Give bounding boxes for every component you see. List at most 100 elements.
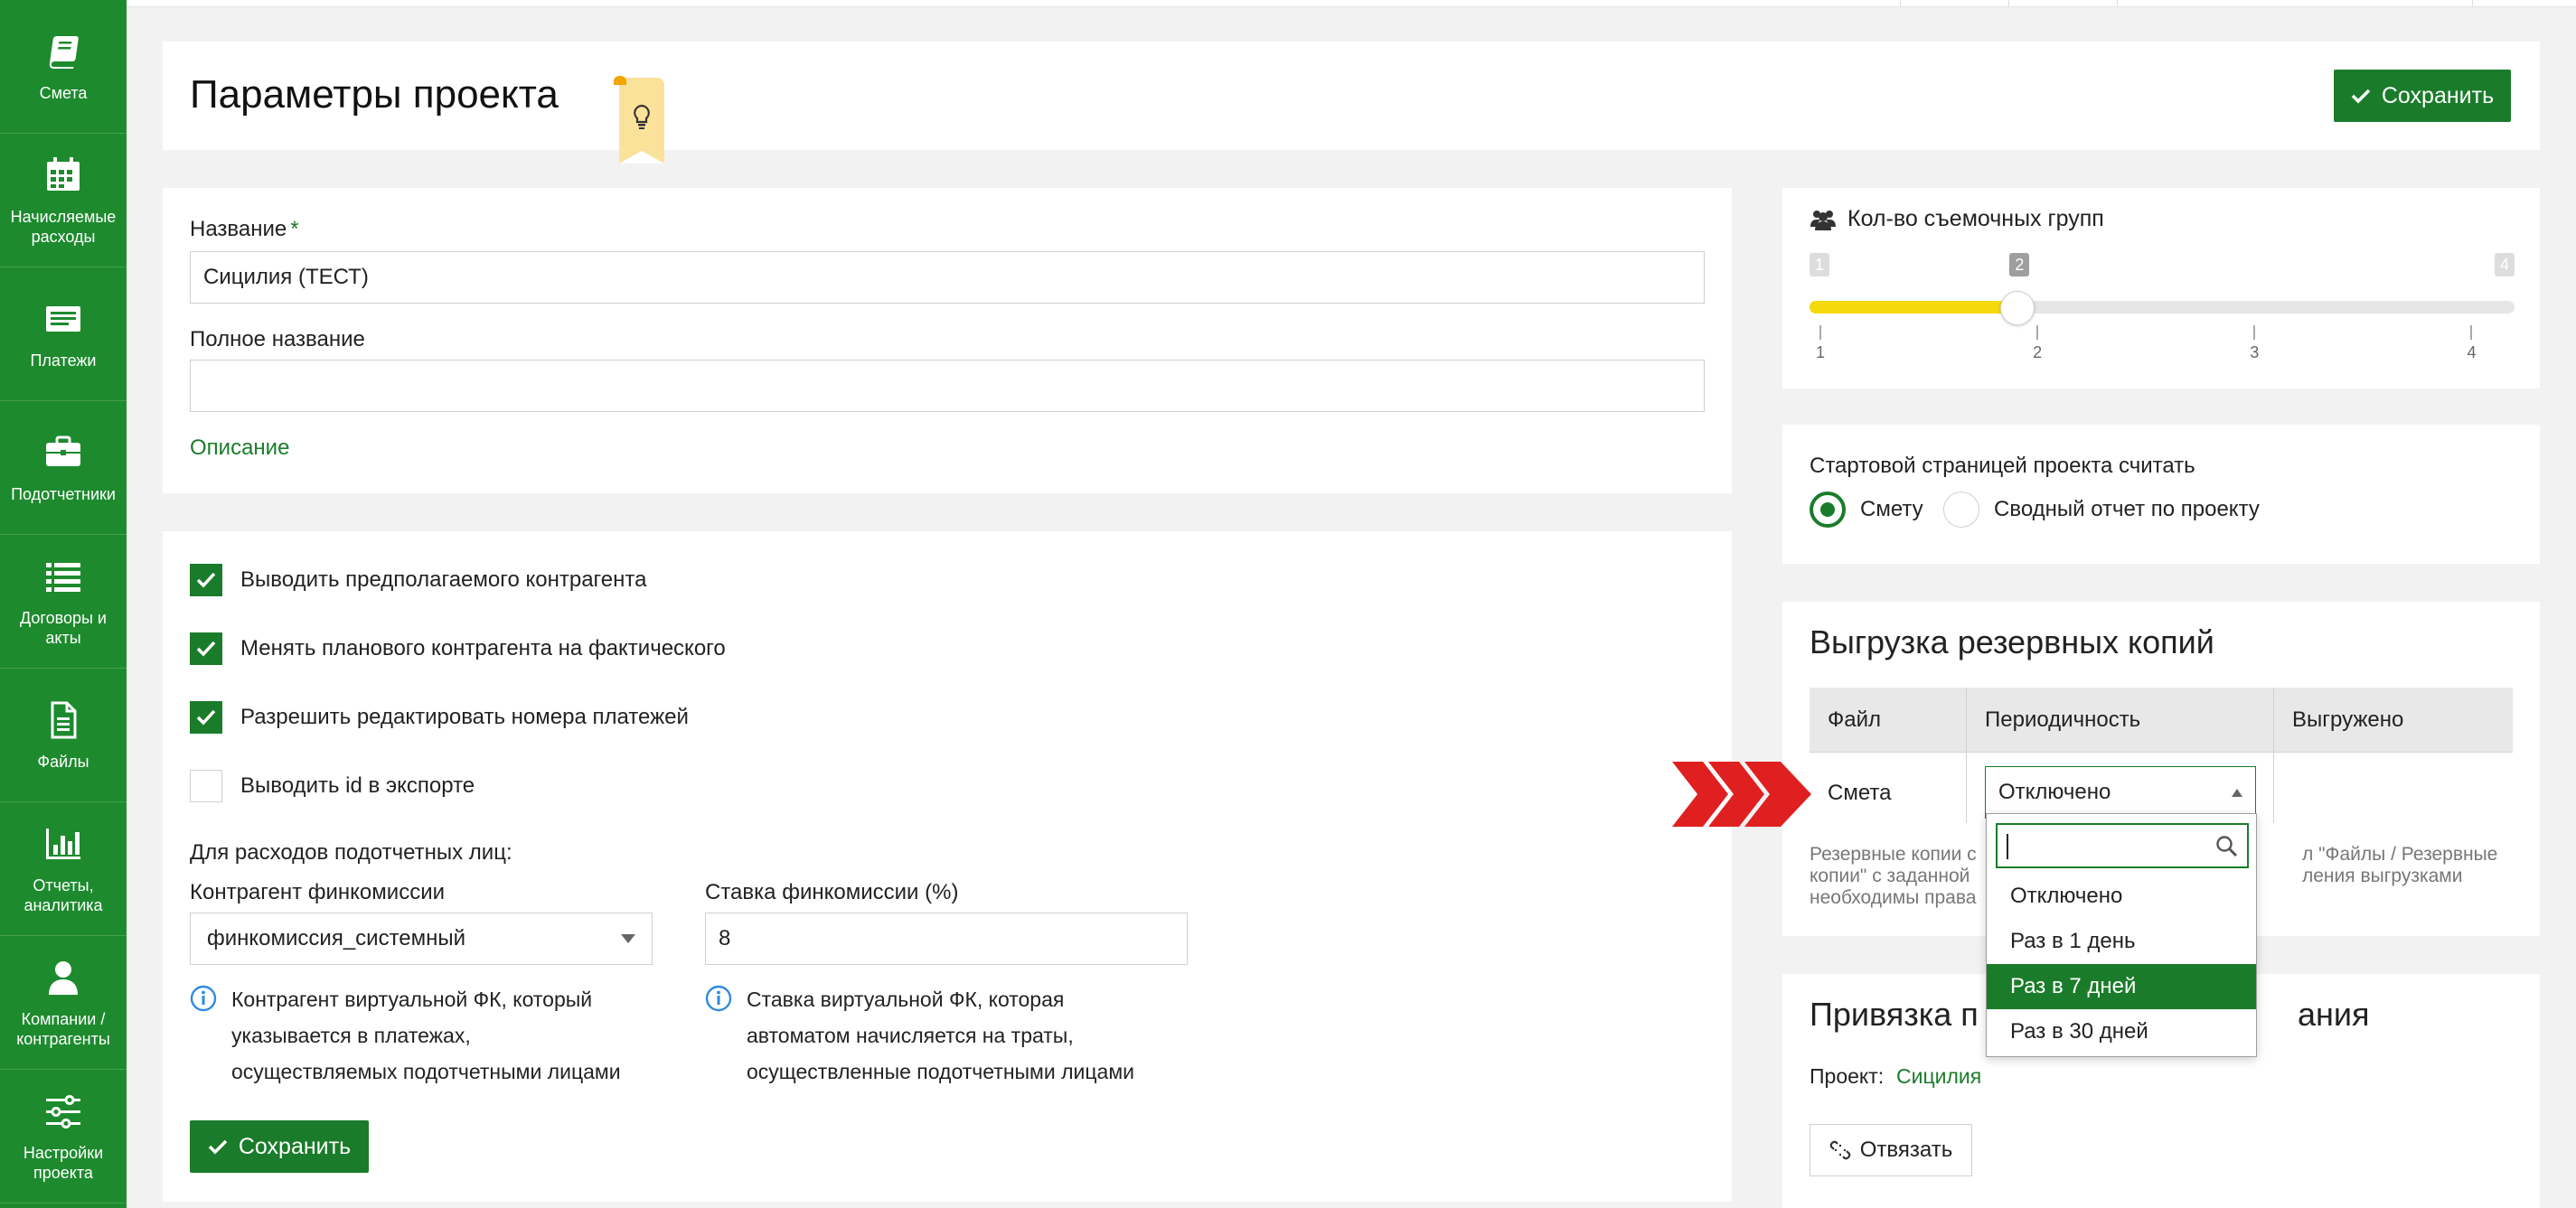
info-line: указывается в платежах, bbox=[231, 1024, 471, 1047]
checkbox-checked[interactable] bbox=[190, 564, 222, 596]
search-icon bbox=[2216, 836, 2238, 857]
column-header-periodicity: Периодичность bbox=[1985, 707, 2141, 732]
scale-tick bbox=[1819, 325, 1821, 340]
tips-bookmark[interactable] bbox=[614, 76, 664, 164]
top-bar-divider bbox=[2117, 0, 2118, 7]
header-save-button[interactable]: Сохранить bbox=[2334, 70, 2511, 122]
start-page-title: Стартовой страницей проекта считать bbox=[1810, 454, 2195, 478]
check-icon bbox=[2351, 89, 2371, 104]
radio-summary-report[interactable]: Сводный отчет по проекту bbox=[1943, 492, 2260, 528]
full-name-label: Полное название bbox=[190, 327, 365, 351]
description-link[interactable]: Описание bbox=[190, 435, 289, 461]
sidebar-item-payments[interactable]: Платежи bbox=[0, 267, 127, 401]
user-icon bbox=[42, 957, 84, 998]
radio-label: Смету bbox=[1860, 497, 1923, 521]
check-icon bbox=[208, 1139, 228, 1155]
start-page-card: Стартовой страницей проекта считать Смет… bbox=[1782, 425, 2540, 564]
rate-input[interactable]: 8 bbox=[705, 913, 1188, 965]
check-icon bbox=[196, 641, 216, 657]
sidebar-item-label: Настройки проекта bbox=[23, 1143, 104, 1182]
slider-min-label: 1 bbox=[1810, 253, 1830, 276]
name-label: Название * bbox=[190, 217, 299, 242]
option-change-planned-counterparty[interactable]: Менять планового контрагента на фактичес… bbox=[190, 632, 726, 665]
info-line: Ставка виртуальной ФК, которая bbox=[747, 988, 1065, 1011]
text-cursor bbox=[2007, 834, 2008, 859]
sliders-icon bbox=[42, 1091, 84, 1132]
lightbulb-icon bbox=[634, 104, 650, 129]
dropdown-option-monthly[interactable]: Раз в 30 дней bbox=[1987, 1009, 2256, 1054]
radio-estimate[interactable]: Смету bbox=[1810, 492, 1923, 528]
sidebar-item-label: Договоры и акты bbox=[20, 608, 107, 647]
options-save-button[interactable]: Сохранить bbox=[190, 1120, 369, 1173]
radio-label: Сводный отчет по проекту bbox=[1994, 497, 2260, 521]
unbind-label: Отвязать bbox=[1859, 1138, 1953, 1162]
sidebar-item-label: Платежи bbox=[30, 351, 97, 370]
binding-project-link[interactable]: Сицилия bbox=[1896, 1064, 1981, 1089]
checkbox-checked[interactable] bbox=[190, 701, 222, 734]
check-icon bbox=[196, 572, 216, 588]
counterparty-select[interactable]: финкомиссия_системный bbox=[190, 913, 653, 965]
dropdown-option-weekly[interactable]: Раз в 7 дней bbox=[1987, 964, 2256, 1009]
name-input[interactable]: Сицилия (ТЕСТ) bbox=[190, 251, 1705, 304]
dropdown-option-daily[interactable]: Раз в 1 день bbox=[1987, 919, 2256, 964]
slider-handle[interactable] bbox=[2000, 291, 2035, 325]
scale-tick bbox=[2470, 325, 2473, 340]
binding-title-start: Привязка п bbox=[1810, 996, 1979, 1033]
sidebar-item-project-settings[interactable]: Настройки проекта bbox=[0, 1070, 127, 1203]
slider-track[interactable] bbox=[1810, 301, 2515, 314]
column-header-file: Файл bbox=[1828, 707, 1882, 732]
top-bar-divider bbox=[2472, 0, 2473, 7]
column-header-uploaded: Выгружено bbox=[2292, 707, 2404, 732]
option-export-id[interactable]: Выводить id в экспорте bbox=[190, 770, 475, 802]
slider-fill bbox=[1810, 301, 2018, 314]
info-line: осуществляемых подотчетными лицами bbox=[231, 1060, 621, 1083]
sidebar-item-label: Подотчетники bbox=[11, 484, 116, 503]
dropdown-option-disabled[interactable]: Отключено bbox=[1987, 874, 2256, 919]
sidebar-item-accrued-expenses[interactable]: Начисляемые расходы bbox=[0, 134, 127, 267]
note-fragment: Резервные копии с bbox=[1810, 844, 1977, 865]
full-name-input[interactable] bbox=[190, 360, 1705, 412]
required-mark: * bbox=[290, 217, 299, 241]
sidebar-item-companies[interactable]: Компании / контрагенты bbox=[0, 936, 127, 1070]
users-icon bbox=[1810, 210, 1836, 230]
slider-value-label: 2 bbox=[2009, 253, 2030, 276]
crews-title: Кол-во съемочных групп bbox=[1810, 206, 2104, 232]
checkbox-checked[interactable] bbox=[190, 632, 222, 665]
options-save-label: Сохранить bbox=[238, 1133, 352, 1159]
periodicity-select[interactable]: Отключено bbox=[1985, 766, 2256, 819]
option-edit-payment-numbers[interactable]: Разрешить редактировать номера платежей bbox=[190, 701, 689, 734]
project-options: Выводить предполагаемого контрагента Мен… bbox=[163, 531, 1732, 1202]
sidebar-item-files[interactable]: Файлы bbox=[0, 669, 127, 802]
dropdown-search-input[interactable] bbox=[1996, 823, 2249, 868]
slider-max-label: 4 bbox=[2495, 253, 2515, 276]
name-label-text: Название bbox=[190, 217, 287, 241]
scale-tick bbox=[2253, 325, 2256, 340]
info-line: Контрагент виртуальной ФК, который bbox=[231, 988, 593, 1011]
checkbox-unchecked[interactable] bbox=[190, 770, 222, 802]
page-header: Параметры проекта Сохранить bbox=[163, 42, 2540, 164]
counterparty-info: Контрагент виртуальной ФК, который указы… bbox=[190, 981, 621, 1090]
sidebar-item-estimate[interactable]: Смета bbox=[0, 0, 127, 134]
column-divider bbox=[2273, 688, 2274, 823]
radio-unselected[interactable] bbox=[1943, 492, 1979, 528]
radio-selected[interactable] bbox=[1810, 492, 1846, 528]
sidebar-item-label: Файлы bbox=[37, 752, 89, 771]
unbind-button[interactable]: Отвязать bbox=[1810, 1124, 1972, 1176]
sidebar-item-contracts[interactable]: Договоры и акты bbox=[0, 535, 127, 669]
briefcase-icon bbox=[42, 432, 84, 473]
sidebar-item-label: Отчеты, аналитика bbox=[24, 876, 103, 914]
sidebar-item-label: Компании / контрагенты bbox=[16, 1009, 110, 1048]
sidebar-item-reports[interactable]: Отчеты, аналитика bbox=[0, 802, 127, 936]
chevron-arrows-icon bbox=[1672, 762, 1811, 827]
sidebar-item-accountables[interactable]: Подотчетники bbox=[0, 401, 127, 535]
file-icon bbox=[42, 699, 84, 741]
binding-project-label: Проект: bbox=[1810, 1064, 1885, 1088]
list-icon bbox=[42, 556, 84, 597]
top-bar-divider bbox=[2008, 0, 2009, 7]
check-icon bbox=[196, 709, 216, 726]
info-line: автоматом начисляется на траты, bbox=[747, 1024, 1074, 1047]
payments-icon bbox=[42, 298, 84, 340]
option-label: Выводить id в экспорте bbox=[240, 773, 475, 798]
option-show-expected-counterparty[interactable]: Выводить предполагаемого контрагента bbox=[190, 564, 646, 596]
scale-number: 2 bbox=[2033, 343, 2043, 361]
